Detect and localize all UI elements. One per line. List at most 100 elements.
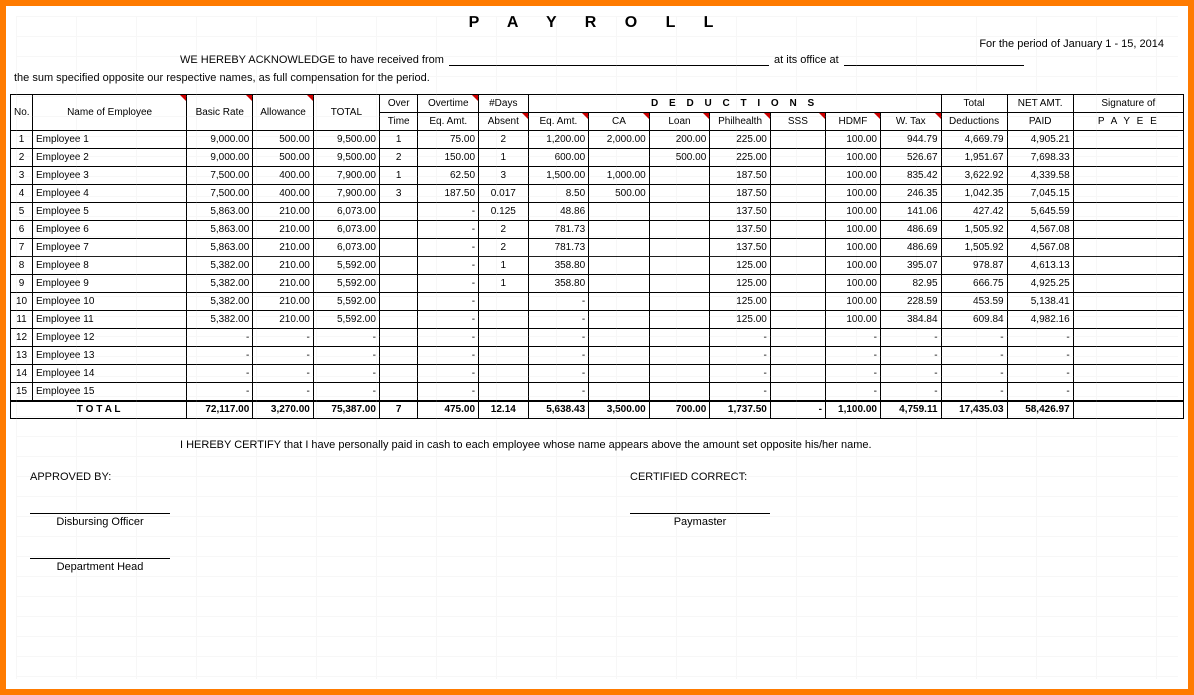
cell-days: 0.017 — [479, 185, 529, 203]
table-row[interactable]: 8Employee 85,382.00210.005,592.00-1358.8… — [11, 257, 1184, 275]
cell-wtax: 526.67 — [880, 149, 941, 167]
period-line: For the period of January 1 - 15, 2014 — [10, 38, 1164, 50]
cell-wtax: 246.35 — [880, 185, 941, 203]
table-row[interactable]: 11Employee 115,382.00210.005,592.00--125… — [11, 311, 1184, 329]
cell-sss — [770, 131, 825, 149]
cell-oteq: - — [418, 293, 479, 311]
table-row[interactable]: 12Employee 12---------- — [11, 329, 1184, 347]
col-deductions: D E D U C T I O N S — [528, 95, 941, 113]
table-row[interactable]: 3Employee 37,500.00400.007,900.00162.503… — [11, 167, 1184, 185]
cell-hdmf: 100.00 — [825, 293, 880, 311]
cell-hdmf: 100.00 — [825, 275, 880, 293]
cell-phil: - — [710, 365, 771, 383]
col-overtime: Over — [379, 95, 418, 113]
document-title: P A Y R O L L — [10, 14, 1184, 32]
cell-totded: 1,042.35 — [941, 185, 1007, 203]
cell-total: 5,592.00 — [313, 275, 379, 293]
cell-net: 4,982.16 — [1007, 311, 1073, 329]
cell-net: 4,905.21 — [1007, 131, 1073, 149]
cell-eqamt: 781.73 — [528, 239, 589, 257]
cell-sss — [770, 149, 825, 167]
col-ca: CA — [589, 113, 650, 131]
cell-oteq: 150.00 — [418, 149, 479, 167]
cell-sss — [770, 293, 825, 311]
cell-eqamt: 1,500.00 — [528, 167, 589, 185]
cell-sig — [1073, 365, 1183, 383]
col-absent: Absent — [479, 113, 529, 131]
cell-allow: 210.00 — [253, 203, 314, 221]
approved-col: APPROVED BY: Disbursing Officer Departme… — [30, 471, 170, 573]
cell-ot — [379, 275, 418, 293]
cell-eqamt: 358.80 — [528, 257, 589, 275]
col-philhealth: Philhealth — [710, 113, 771, 131]
col-paid: PAID — [1007, 113, 1073, 131]
cell-allow: - — [253, 365, 314, 383]
comment-indicator-icon — [935, 113, 941, 119]
cell-wtax: - — [880, 329, 941, 347]
cell-loan — [649, 185, 710, 203]
cell-total: - — [313, 365, 379, 383]
cell-wtax: 141.06 — [880, 203, 941, 221]
col-name: Name of Employee — [33, 95, 187, 131]
cell-loan — [649, 203, 710, 221]
table-row[interactable]: 10Employee 105,382.00210.005,592.00--125… — [11, 293, 1184, 311]
table-row[interactable]: 7Employee 75,863.00210.006,073.00-2781.7… — [11, 239, 1184, 257]
cell-wtax: 384.84 — [880, 311, 941, 329]
cell-eqamt: - — [528, 347, 589, 365]
cell-name: Employee 4 — [33, 185, 187, 203]
cell-ca — [589, 257, 650, 275]
cell-ot — [379, 239, 418, 257]
cell-eqamt: 1,200.00 — [528, 131, 589, 149]
cell-basic: - — [187, 347, 253, 365]
cell-name: Employee 5 — [33, 203, 187, 221]
table-row[interactable]: 15Employee 15---------- — [11, 383, 1184, 401]
cell-basic: - — [187, 383, 253, 401]
cell-total: 5,592.00 — [313, 257, 379, 275]
cell-no: 4 — [11, 185, 33, 203]
cell-totded: 978.87 — [941, 257, 1007, 275]
cell-ca — [589, 365, 650, 383]
cell-basic: - — [187, 365, 253, 383]
cell-allow: 210.00 — [253, 311, 314, 329]
payroll-sheet: P A Y R O L L For the period of January … — [0, 0, 1194, 695]
cell-sss — [770, 203, 825, 221]
cell-phil: 137.50 — [710, 221, 771, 239]
cell-total: - — [313, 329, 379, 347]
table-row[interactable]: 13Employee 13---------- — [11, 347, 1184, 365]
table-row[interactable]: 14Employee 14---------- — [11, 365, 1184, 383]
cell-net: 7,045.15 — [1007, 185, 1073, 203]
cell-days: 2 — [479, 239, 529, 257]
signature-line — [30, 513, 170, 514]
total-label: T O T A L — [11, 401, 187, 419]
table-row[interactable]: 9Employee 95,382.00210.005,592.00-1358.8… — [11, 275, 1184, 293]
comment-indicator-icon — [246, 95, 252, 101]
table-row[interactable]: 2Employee 29,000.00500.009,500.002150.00… — [11, 149, 1184, 167]
total-totded: 17,435.03 — [941, 401, 1007, 419]
cell-net: - — [1007, 329, 1073, 347]
comment-indicator-icon — [643, 113, 649, 119]
cell-sig — [1073, 329, 1183, 347]
cell-no: 14 — [11, 365, 33, 383]
cell-loan — [649, 329, 710, 347]
cell-total: - — [313, 383, 379, 401]
cell-wtax: 486.69 — [880, 239, 941, 257]
cell-sig — [1073, 383, 1183, 401]
comment-indicator-icon — [764, 113, 770, 119]
cell-wtax: 82.95 — [880, 275, 941, 293]
cell-phil: 125.00 — [710, 257, 771, 275]
table-row[interactable]: 6Employee 65,863.00210.006,073.00-2781.7… — [11, 221, 1184, 239]
cell-basic: 5,382.00 — [187, 275, 253, 293]
cell-hdmf: 100.00 — [825, 257, 880, 275]
table-row[interactable]: 4Employee 47,500.00400.007,900.003187.50… — [11, 185, 1184, 203]
table-row[interactable]: 5Employee 55,863.00210.006,073.00-0.1254… — [11, 203, 1184, 221]
cell-totded: 4,669.79 — [941, 131, 1007, 149]
cell-ca — [589, 311, 650, 329]
table-row[interactable]: 1Employee 19,000.00500.009,500.00175.002… — [11, 131, 1184, 149]
cell-oteq: 75.00 — [418, 131, 479, 149]
ack-prefix: WE HEREBY ACKNOWLEDGE to have received f… — [180, 54, 444, 66]
cell-no: 1 — [11, 131, 33, 149]
cell-net: - — [1007, 347, 1073, 365]
cell-basic: 5,382.00 — [187, 311, 253, 329]
cell-sig — [1073, 311, 1183, 329]
cell-eqamt: 358.80 — [528, 275, 589, 293]
